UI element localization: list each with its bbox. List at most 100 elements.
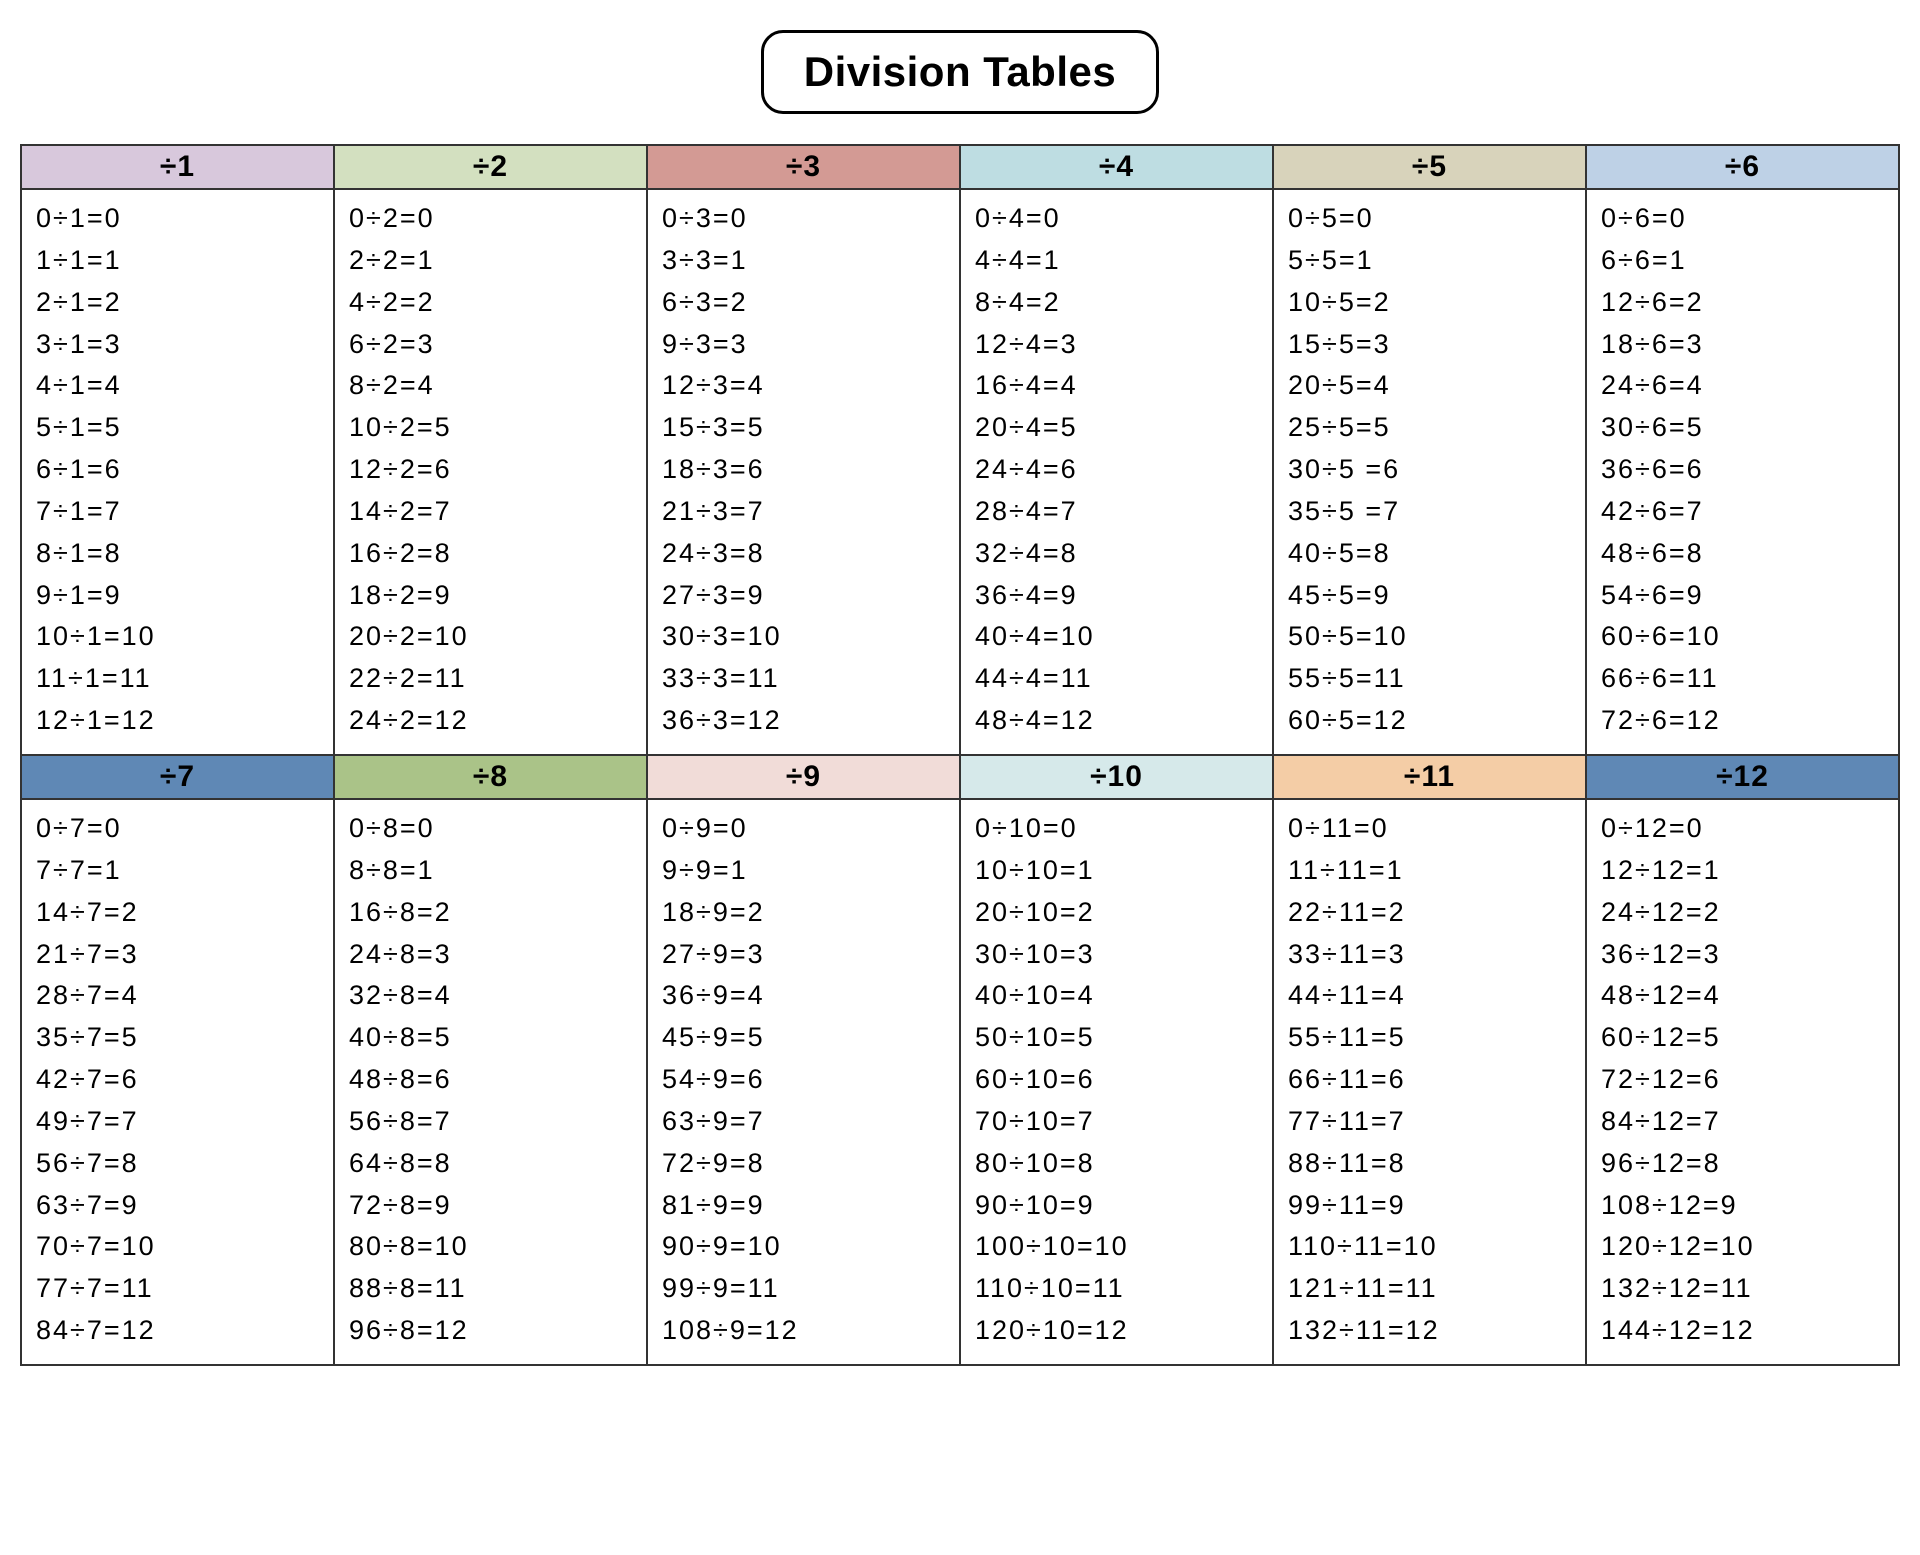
equation: 70÷10=7	[975, 1101, 1258, 1143]
equation: 48÷4=12	[975, 700, 1258, 742]
cell-div-1: 0÷1=01÷1=12÷1=23÷1=34÷1=45÷1=56÷1=67÷1=7…	[21, 189, 334, 755]
equation: 0÷7=0	[36, 808, 319, 850]
header-div-5: ÷5	[1273, 145, 1586, 189]
equation: 84÷7=12	[36, 1310, 319, 1352]
equation: 36÷3=12	[662, 700, 945, 742]
equation: 14÷7=2	[36, 892, 319, 934]
equation: 72÷8=9	[349, 1185, 632, 1227]
equation: 28÷4=7	[975, 491, 1258, 533]
equation: 0÷10=0	[975, 808, 1258, 850]
equation: 40÷5=8	[1288, 533, 1571, 575]
equation: 50÷5=10	[1288, 616, 1571, 658]
cell-div-8: 0÷8=08÷8=116÷8=224÷8=332÷8=440÷8=548÷8=6…	[334, 799, 647, 1365]
header-div-7: ÷7	[21, 755, 334, 799]
equation: 33÷11=3	[1288, 934, 1571, 976]
equation: 3÷3=1	[662, 240, 945, 282]
equation: 21÷7=3	[36, 934, 319, 976]
equation: 120÷12=10	[1601, 1226, 1884, 1268]
equation: 6÷1=6	[36, 449, 319, 491]
equation: 1÷1=1	[36, 240, 319, 282]
header-div-1: ÷1	[21, 145, 334, 189]
equation: 9÷9=1	[662, 850, 945, 892]
equation: 27÷3=9	[662, 575, 945, 617]
title-container: Division Tables	[20, 30, 1900, 114]
equation: 45÷9=5	[662, 1017, 945, 1059]
equation: 22÷2=11	[349, 658, 632, 700]
equation: 72÷6=12	[1601, 700, 1884, 742]
cell-div-3: 0÷3=03÷3=16÷3=29÷3=312÷3=415÷3=518÷3=621…	[647, 189, 960, 755]
equation: 24÷3=8	[662, 533, 945, 575]
cell-div-9: 0÷9=09÷9=118÷9=227÷9=336÷9=445÷9=554÷9=6…	[647, 799, 960, 1365]
equation: 8÷1=8	[36, 533, 319, 575]
equation: 40÷10=4	[975, 975, 1258, 1017]
equation: 20÷4=5	[975, 407, 1258, 449]
equation: 49÷7=7	[36, 1101, 319, 1143]
equation: 108÷12=9	[1601, 1185, 1884, 1227]
equation: 36÷12=3	[1601, 934, 1884, 976]
header-div-2: ÷2	[334, 145, 647, 189]
equation: 44÷4=11	[975, 658, 1258, 700]
equation: 18÷9=2	[662, 892, 945, 934]
cell-div-5: 0÷5=05÷5=110÷5=215÷5=320÷5=425÷5=530÷5 =…	[1273, 189, 1586, 755]
cell-div-2: 0÷2=02÷2=14÷2=26÷2=38÷2=410÷2=512÷2=614÷…	[334, 189, 647, 755]
equation: 33÷3=11	[662, 658, 945, 700]
equation: 16÷4=4	[975, 365, 1258, 407]
equation: 16÷2=8	[349, 533, 632, 575]
equation: 5÷5=1	[1288, 240, 1571, 282]
page-title: Division Tables	[761, 30, 1159, 114]
cell-div-10: 0÷10=010÷10=120÷10=230÷10=340÷10=450÷10=…	[960, 799, 1273, 1365]
equation: 30÷10=3	[975, 934, 1258, 976]
equation: 0÷11=0	[1288, 808, 1571, 850]
equation: 12÷2=6	[349, 449, 632, 491]
equation: 14÷2=7	[349, 491, 632, 533]
equation: 60÷6=10	[1601, 616, 1884, 658]
equation: 40÷4=10	[975, 616, 1258, 658]
equation: 11÷11=1	[1288, 850, 1571, 892]
equation: 110÷11=10	[1288, 1226, 1571, 1268]
equation: 18÷3=6	[662, 449, 945, 491]
equation: 132÷12=11	[1601, 1268, 1884, 1310]
equation: 9÷1=9	[36, 575, 319, 617]
equation: 15÷3=5	[662, 407, 945, 449]
equation: 6÷2=3	[349, 324, 632, 366]
header-div-11: ÷11	[1273, 755, 1586, 799]
equation: 96÷12=8	[1601, 1143, 1884, 1185]
equation: 30÷6=5	[1601, 407, 1884, 449]
equation: 12÷1=12	[36, 700, 319, 742]
equation: 24÷6=4	[1601, 365, 1884, 407]
equation: 0÷6=0	[1601, 198, 1884, 240]
equation: 100÷10=10	[975, 1226, 1258, 1268]
equation: 0÷8=0	[349, 808, 632, 850]
equation: 54÷9=6	[662, 1059, 945, 1101]
equation: 20÷2=10	[349, 616, 632, 658]
equation: 0÷12=0	[1601, 808, 1884, 850]
equation: 24÷8=3	[349, 934, 632, 976]
equation: 7÷7=1	[36, 850, 319, 892]
equation: 0÷5=0	[1288, 198, 1571, 240]
equation: 80÷10=8	[975, 1143, 1258, 1185]
equation: 11÷1=11	[36, 658, 319, 700]
equation: 90÷10=9	[975, 1185, 1258, 1227]
equation: 22÷11=2	[1288, 892, 1571, 934]
equation: 64÷8=8	[349, 1143, 632, 1185]
equation: 12÷4=3	[975, 324, 1258, 366]
equation: 0÷1=0	[36, 198, 319, 240]
equation: 7÷1=7	[36, 491, 319, 533]
equation: 4÷2=2	[349, 282, 632, 324]
cell-div-7: 0÷7=07÷7=114÷7=221÷7=328÷7=435÷7=542÷7=6…	[21, 799, 334, 1365]
equation: 10÷10=1	[975, 850, 1258, 892]
equation: 77÷7=11	[36, 1268, 319, 1310]
equation: 72÷9=8	[662, 1143, 945, 1185]
equation: 56÷7=8	[36, 1143, 319, 1185]
equation: 20÷5=4	[1288, 365, 1571, 407]
equation: 0÷3=0	[662, 198, 945, 240]
header-div-9: ÷9	[647, 755, 960, 799]
equation: 63÷9=7	[662, 1101, 945, 1143]
equation: 60÷12=5	[1601, 1017, 1884, 1059]
header-div-12: ÷12	[1586, 755, 1899, 799]
equation: 10÷5=2	[1288, 282, 1571, 324]
equation: 70÷7=10	[36, 1226, 319, 1268]
equation: 72÷12=6	[1601, 1059, 1884, 1101]
equation: 5÷1=5	[36, 407, 319, 449]
equation: 40÷8=5	[349, 1017, 632, 1059]
